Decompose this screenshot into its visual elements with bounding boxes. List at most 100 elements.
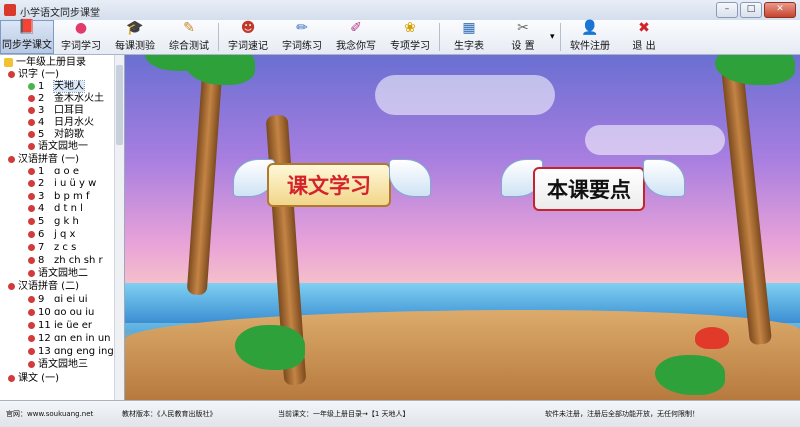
toolbar-label: 退 出 [632,41,656,52]
word-practice-button[interactable]: ✏ 字词练习 [275,20,329,54]
exit-icon: ✖ [638,20,650,36]
settings-icon: ✂ [517,20,529,36]
tree-item[interactable]: 10 ɑo ou iu [28,307,94,319]
node-icon [28,179,35,187]
node-icon [28,82,35,90]
tree-group[interactable]: 汉语拼音 (一) [8,154,79,166]
tree-item[interactable]: 4d t n l [28,203,83,215]
book-icon: 📕 [18,19,36,35]
lesson-scene: 课文学习 本课要点 [125,55,800,400]
node-icon [28,94,35,102]
tree-item[interactable]: 8 zh ch sh r [28,255,103,267]
node-icon [8,282,15,290]
lesson-study-banner[interactable]: 课文学习 [267,163,391,207]
tree-item[interactable]: 2 金木水火土 [28,93,104,105]
folder-icon [4,57,13,67]
tree-item[interactable]: 5g k h [28,216,79,228]
toolbar-separator [218,23,219,51]
tree-root[interactable]: 一年级上册目录 [4,57,86,69]
node-icon [28,142,35,150]
node-icon [28,308,35,316]
tree-group[interactable]: 识字 (一) [8,69,59,81]
special-study-button[interactable]: ❀ 专项学习 [383,20,437,54]
tree-group[interactable]: 课文 (一) [8,373,59,385]
comprehensive-test-button[interactable]: ✎ 综合测试 [162,20,216,54]
character-mascot-icon: ☻ [240,20,256,36]
tree-item[interactable]: 1 天地人 [28,80,85,93]
wing-decoration [643,159,685,197]
sync-lesson-button[interactable]: 📕 同步学课文 [0,19,54,54]
node-icon [28,321,35,329]
toolbar-label: 字词练习 [282,41,322,52]
node-icon [28,243,35,251]
toolbar-separator [560,23,561,51]
node-icon [8,155,15,163]
node-icon [28,269,35,277]
toolbar-separator [439,23,440,51]
node-icon [28,204,35,212]
status-bar: 官网：www.soukuang.net 教材版本：《人民教育出版社》 当前课文：… [0,400,800,427]
toolbar-label: 我念你写 [336,41,376,52]
settings-button[interactable]: ✂ 设 置 [496,20,550,54]
crab-mascot [695,327,729,349]
tree-scrollbar[interactable] [114,55,124,400]
maximize-button[interactable]: □ [740,2,762,18]
lesson-tree[interactable]: 一年级上册目录 识字 (一) 1 天地人 2 金木水火土 3 口耳目 4 日月水火 5对… [0,55,125,400]
character-table-button[interactable]: ▦ 生字表 [442,20,496,54]
pens-icon: ✐ [350,20,362,36]
edition-text: 教材版本：《人民教育出版社》 [122,410,217,418]
tree-item[interactable]: 2i u ü y w [28,178,96,190]
table-icon: ▦ [462,20,476,36]
toolbar-label: 字词学习 [61,41,101,52]
scrollbar-thumb[interactable] [116,65,123,145]
tree-item[interactable]: 4 日月水火 [28,117,94,129]
toolbar-label: 设 置 [511,41,535,52]
toolbar-label: 软件注册 [570,41,610,52]
current-lesson-text: 当前课文：一年级上册目录→【1 天地人】 [278,410,410,418]
toolbar-label: 字词速记 [228,41,268,52]
node-icon [28,167,35,175]
key-points-banner[interactable]: 本课要点 [533,167,645,211]
palm-trunk [186,55,224,296]
node-icon [8,70,15,78]
tree-item[interactable]: 3 口耳目 [28,105,84,117]
lesson-quiz-button[interactable]: 🎓 每课测验 [108,20,162,54]
settings-dropdown-arrow[interactable]: ▾ [550,20,558,54]
register-status-text: 软件未注册，注册后全部功能开放，无任何限制！ [545,410,699,418]
node-icon [28,230,35,238]
tree-item[interactable]: 7z c s [28,242,76,254]
title-bar: 小学语文同步课堂 – □ ✕ [0,0,800,21]
tree-group[interactable]: 汉语拼音 (二) [8,281,79,293]
tree-item[interactable]: 5 对韵歌 [28,129,84,141]
window-title: 小学语文同步课堂 [20,8,100,19]
toolbar-label: 生字表 [454,41,484,52]
dictation-button[interactable]: ✐ 我念你写 [329,20,383,54]
node-icon [28,347,35,355]
balls-icon: ● [74,20,88,36]
register-button[interactable]: 👤 软件注册 [563,20,617,54]
palm-leaves [145,55,205,71]
node-icon [28,106,35,114]
close-button[interactable]: ✕ [764,2,796,18]
tree-item[interactable]: 12 ɑn en in un ün [28,333,124,345]
tree-item[interactable]: 语文园地一 [28,141,88,153]
tree-item[interactable]: 语文园地三 [28,359,88,371]
word-study-button[interactable]: ● 字词学习 [54,20,108,54]
tree-item[interactable]: 1ɑ o e [28,166,79,178]
tree-item[interactable]: 9 ɑi ei ui [28,294,88,306]
node-icon [28,118,35,126]
minimize-button[interactable]: – [716,2,738,18]
tree-item[interactable]: 11 ie üe er [28,320,92,332]
tree-item[interactable]: 13ɑng eng ing ong [28,346,124,358]
node-icon [28,256,35,264]
graduation-cap-icon: 🎓 [126,20,144,36]
tree-item[interactable]: 语文园地二 [28,268,88,280]
exit-button[interactable]: ✖ 退 出 [617,20,671,54]
wing-decoration [389,159,431,197]
cloud [585,125,725,155]
tree-item[interactable]: 6j q x [28,229,75,241]
node-icon [28,360,35,368]
tree-item[interactable]: 3b p m f [28,191,90,203]
pencil-icon: ✏ [296,20,308,36]
word-memorize-button[interactable]: ☻ 字词速记 [221,20,275,54]
